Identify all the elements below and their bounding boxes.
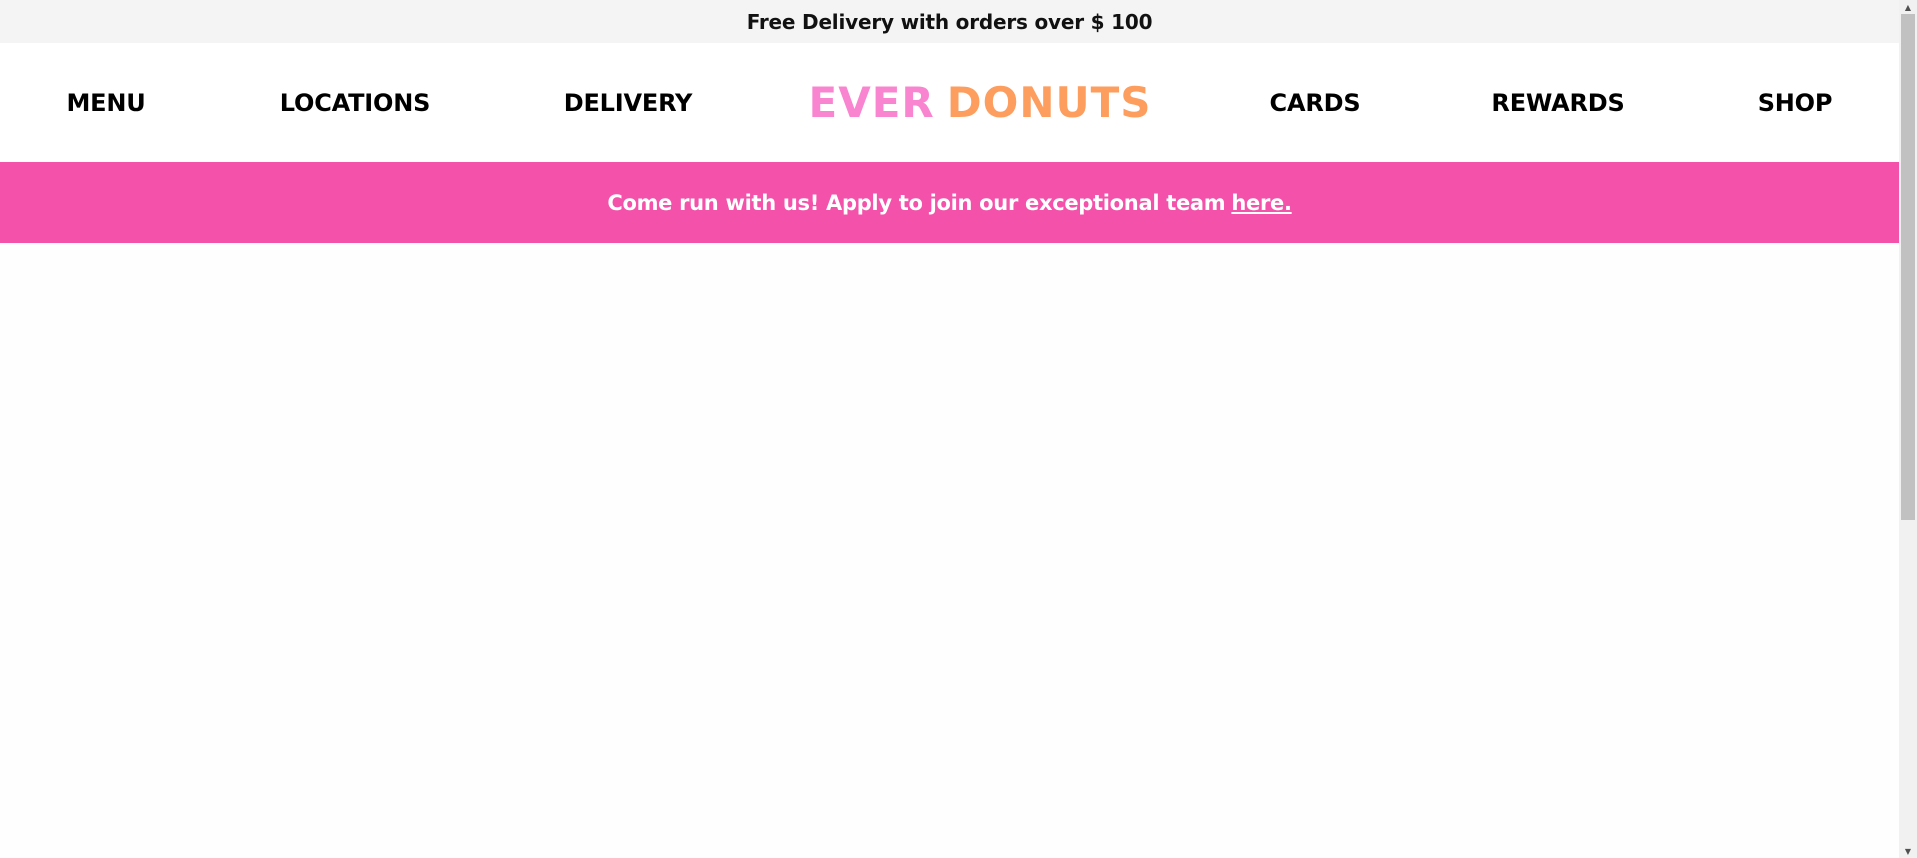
scrollbar-thumb[interactable] <box>1901 14 1915 520</box>
promo-text: Free Delivery with orders over $ 100 <box>746 9 1153 34</box>
nav-cards[interactable]: CARDS <box>1270 43 1361 162</box>
nav-rewards[interactable]: REWARDS <box>1491 43 1624 162</box>
promo-bar: Free Delivery with orders over $ 100 <box>0 0 1899 43</box>
careers-banner: Come run with us! Apply to join our exce… <box>0 162 1899 243</box>
nav-delivery[interactable]: DELIVERY <box>564 43 693 162</box>
logo-text-donuts: DONUTS <box>946 78 1152 127</box>
logo-text-ever: EVER <box>808 78 935 127</box>
banner-text: Come run with us! Apply to join our exce… <box>607 190 1226 215</box>
brand-logo[interactable]: EVER DONUTS <box>809 43 1152 162</box>
scroll-up-icon[interactable]: ▲ <box>1899 0 1917 14</box>
banner-link-here[interactable]: here. <box>1231 191 1292 215</box>
page: Free Delivery with orders over $ 100 MEN… <box>0 0 1917 858</box>
scroll-down-icon[interactable]: ▼ <box>1899 844 1917 858</box>
vertical-scrollbar[interactable]: ▲ ▼ <box>1899 0 1917 858</box>
nav-shop[interactable]: SHOP <box>1758 43 1833 162</box>
nav-locations[interactable]: LOCATIONS <box>280 43 431 162</box>
main-nav: MENU LOCATIONS DELIVERY EVER DONUTS CARD… <box>0 43 1899 162</box>
page-content: Free Delivery with orders over $ 100 MEN… <box>0 0 1899 858</box>
nav-menu[interactable]: MENU <box>66 43 145 162</box>
